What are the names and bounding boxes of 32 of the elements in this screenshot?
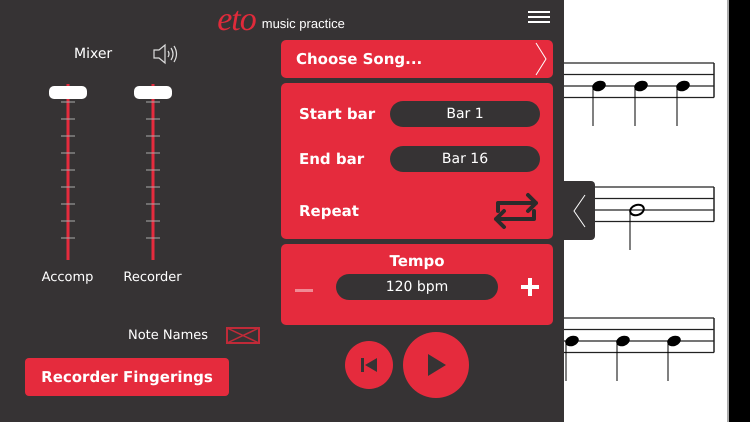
tagline: music practice: [262, 16, 345, 30]
bar-selector[interactable]: Bar 1: [390, 101, 540, 127]
slider-thumb[interactable]: [48, 86, 86, 99]
plus-icon: [519, 276, 541, 298]
choose-song-button[interactable]: Choose Song...: [281, 40, 553, 78]
channel-label: Recorder: [123, 270, 182, 285]
chevron-right-icon: [535, 41, 547, 77]
menu-button[interactable]: [528, 10, 550, 24]
chevron-left-icon: [572, 194, 586, 228]
minus-icon: [295, 288, 313, 292]
note-names-label: Note Names: [128, 328, 208, 343]
speaker-icon[interactable]: [152, 43, 178, 65]
repeat-label: Repeat: [299, 202, 359, 220]
bar-label: Start bar: [299, 105, 376, 123]
play-icon: [425, 353, 447, 377]
skip-back-button[interactable]: [345, 341, 393, 389]
repeat-icon: [492, 191, 540, 231]
skip-back-icon: [360, 357, 378, 373]
slider-thumb[interactable]: [134, 86, 172, 99]
bar-label: End bar: [299, 150, 364, 168]
tempo-title: Tempo: [389, 252, 445, 270]
bar-selector[interactable]: Bar 16: [390, 146, 540, 172]
collapse-tab[interactable]: [562, 181, 595, 240]
logo: eto: [217, 3, 256, 37]
repeat-button[interactable]: [492, 191, 540, 231]
note-names-checkbox[interactable]: [226, 327, 260, 344]
channel-label: Accomp: [42, 270, 94, 285]
menu-icon: [528, 10, 550, 24]
tempo-value[interactable]: 120 bpm: [336, 274, 498, 300]
increase-tempo-button[interactable]: [519, 276, 541, 298]
recorder-fingerings-button[interactable]: Recorder Fingerings: [25, 358, 229, 396]
mixer-title: Mixer: [74, 46, 112, 62]
